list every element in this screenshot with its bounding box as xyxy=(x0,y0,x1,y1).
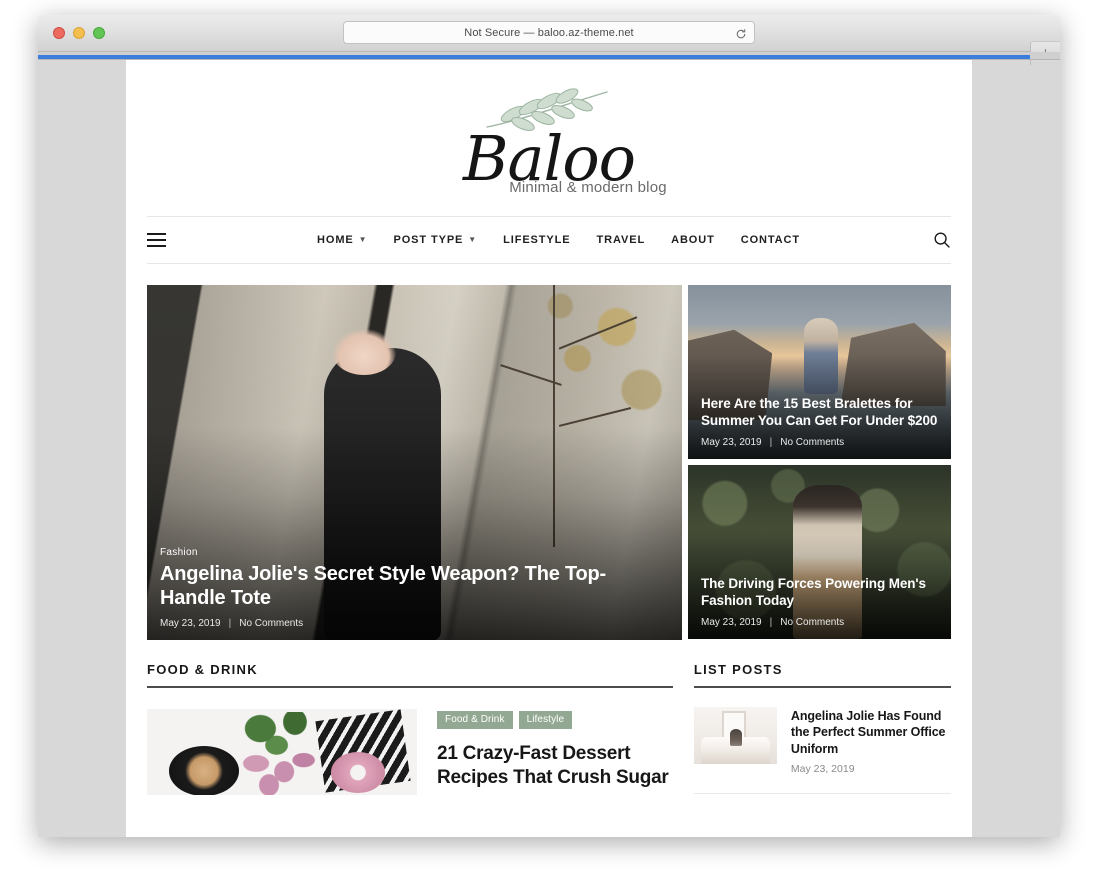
meta-separator: | xyxy=(769,436,773,448)
featured-side-caption-2: The Driving Forces Powering Men's Fashio… xyxy=(688,566,951,639)
food-drink-section: FOOD & DRINK Food & Drink Lifestyle 21 C… xyxy=(147,662,673,795)
list-item[interactable]: Angelina Jolie Has Found the Perfect Sum… xyxy=(693,706,951,795)
browser-viewport: Baloo Minimal & modern blog HOME ▼ POST … xyxy=(38,60,1060,837)
nav-item-label: ABOUT xyxy=(671,233,715,246)
post-thumbnail[interactable] xyxy=(693,706,777,764)
featured-side-post-2[interactable]: The Driving Forces Powering Men's Fashio… xyxy=(688,464,951,639)
active-tab-indicator xyxy=(38,55,1030,59)
post-date: May 23, 2019 xyxy=(701,436,762,448)
close-window-button[interactable] xyxy=(53,27,65,39)
chevron-down-icon: ▼ xyxy=(468,234,478,244)
nav-item-contact[interactable]: CONTACT xyxy=(741,234,800,246)
post-date: May 23, 2019 xyxy=(160,617,221,629)
section-heading-list-posts: LIST POSTS xyxy=(693,662,951,688)
post-title[interactable]: Here Are the 15 Best Bralettes for Summe… xyxy=(701,396,938,430)
post-body: Angelina Jolie Has Found the Perfect Sum… xyxy=(791,707,951,776)
post-date: May 23, 2019 xyxy=(790,763,855,776)
post-date: May 23, 2019 xyxy=(701,616,762,628)
nav-list: HOME ▼ POST TYPE ▼ LIFESTYLE TRAVEL ABOU… xyxy=(317,234,800,246)
featured-main-caption: Fashion Angelina Jolie's Secret Style We… xyxy=(147,532,682,639)
site-tagline: Minimal & modern blog xyxy=(509,178,667,196)
post-comments[interactable]: No Comments xyxy=(780,617,844,628)
post-meta: May 23, 2019 | No Comments xyxy=(160,618,669,629)
section-heading-food-drink: FOOD & DRINK xyxy=(147,662,673,688)
post-thumbnail[interactable] xyxy=(147,708,417,795)
post-title[interactable]: The Driving Forces Powering Men's Fashio… xyxy=(701,576,938,610)
nav-item-label: TRAVEL xyxy=(596,233,646,246)
nav-item-lifestyle[interactable]: LIFESTYLE xyxy=(503,234,570,246)
site-header: Baloo Minimal & modern blog xyxy=(147,60,951,217)
nav-item-post-type[interactable]: POST TYPE ▼ xyxy=(393,234,477,246)
nav-item-home[interactable]: HOME ▼ xyxy=(317,234,367,246)
tag-lifestyle[interactable]: Lifestyle xyxy=(518,710,573,729)
post-title[interactable]: Angelina Jolie's Secret Style Weapon? Th… xyxy=(160,563,669,610)
reload-icon[interactable] xyxy=(735,27,747,39)
food-drink-post[interactable]: Food & Drink Lifestyle 21 Crazy-Fast Des… xyxy=(147,708,673,795)
donut xyxy=(330,751,385,793)
main-navigation: HOME ▼ POST TYPE ▼ LIFESTYLE TRAVEL ABOU… xyxy=(147,217,951,264)
window-controls[interactable] xyxy=(53,27,105,39)
desktop: Not Secure — baloo.az-theme.net + xyxy=(0,0,1100,894)
featured-main-post[interactable]: Fashion Angelina Jolie's Secret Style We… xyxy=(147,284,682,640)
zoom-window-button[interactable] xyxy=(93,27,105,39)
featured-posts-grid: Fashion Angelina Jolie's Secret Style We… xyxy=(147,284,951,640)
browser-window: Not Secure — baloo.az-theme.net + xyxy=(38,15,1060,837)
web-page: Baloo Minimal & modern blog HOME ▼ POST … xyxy=(126,60,972,837)
address-bar-text: Not Secure — baloo.az-theme.net xyxy=(464,26,634,39)
post-title[interactable]: Angelina Jolie Has Found the Perfect Sum… xyxy=(791,708,951,758)
featured-side-caption-1: Here Are the 15 Best Bralettes for Summe… xyxy=(688,386,951,459)
post-comments[interactable]: No Comments xyxy=(239,618,303,629)
nav-item-label: HOME xyxy=(317,233,354,246)
post-body: Food & Drink Lifestyle 21 Crazy-Fast Des… xyxy=(437,709,673,795)
meta-separator: | xyxy=(228,617,232,629)
featured-side-column: Here Are the 15 Best Bralettes for Summe… xyxy=(688,284,951,640)
tag-food-drink[interactable]: Food & Drink xyxy=(437,710,513,729)
post-tags: Food & Drink Lifestyle xyxy=(437,710,673,729)
tab-strip[interactable] xyxy=(38,52,1060,60)
post-title[interactable]: 21 Crazy-Fast Dessert Recipes That Crush… xyxy=(437,742,673,791)
list-posts-section: LIST POSTS Angelina Jolie Has Found the … xyxy=(693,662,951,795)
chevron-down-icon: ▼ xyxy=(358,234,368,244)
lower-sections: FOOD & DRINK Food & Drink Lifestyle 21 C… xyxy=(147,662,951,795)
nav-item-label: CONTACT xyxy=(740,233,800,246)
nav-item-label: POST TYPE xyxy=(393,233,464,246)
bedroom-image xyxy=(693,706,777,764)
post-category[interactable]: Fashion xyxy=(160,547,198,558)
minimize-window-button[interactable] xyxy=(73,27,85,39)
featured-side-post-1[interactable]: Here Are the 15 Best Bralettes for Summe… xyxy=(688,284,951,459)
post-meta: May 23, 2019 | No Comments xyxy=(701,437,938,448)
nav-item-about[interactable]: ABOUT xyxy=(671,234,715,246)
photo-subject xyxy=(730,729,743,747)
address-bar[interactable]: Not Secure — baloo.az-theme.net xyxy=(343,21,755,44)
search-icon[interactable] xyxy=(933,231,951,249)
post-meta: May 23, 2019 | No Comments xyxy=(701,617,938,628)
flatlay-image xyxy=(147,708,417,795)
meta-separator: | xyxy=(769,616,773,628)
hamburger-menu-icon[interactable] xyxy=(147,232,166,247)
browser-titlebar: Not Secure — baloo.az-theme.net + xyxy=(38,15,1060,65)
post-comments[interactable]: No Comments xyxy=(780,437,844,448)
nav-item-label: LIFESTYLE xyxy=(503,233,571,246)
nav-item-travel[interactable]: TRAVEL xyxy=(597,234,646,246)
